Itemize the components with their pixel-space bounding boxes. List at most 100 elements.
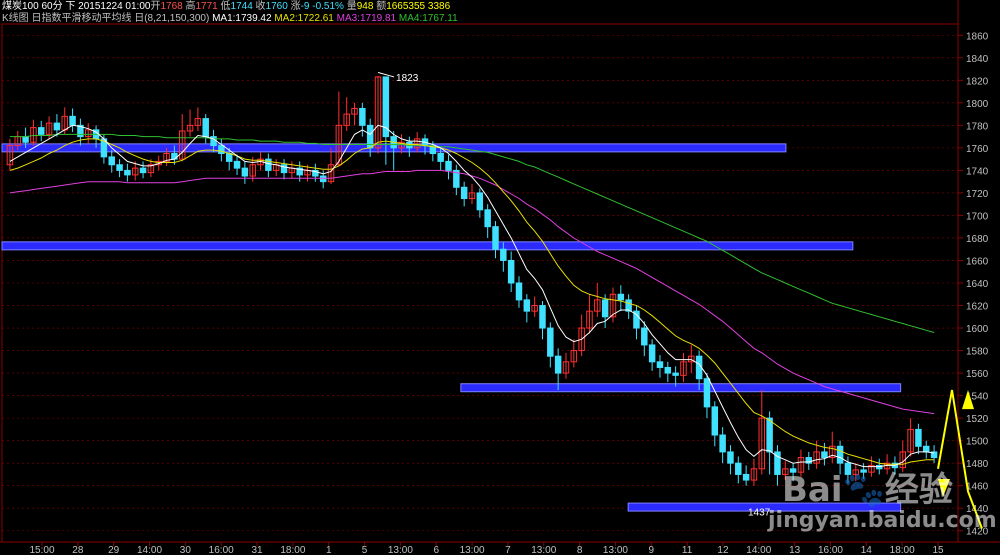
candle-body <box>601 299 609 318</box>
date-label: 20151224 01:00 <box>78 1 151 12</box>
candle-body <box>202 118 209 138</box>
high-annotation-leader <box>377 71 395 78</box>
indicator-label: K线图 日指数平滑移动平均线 日(8,21,150,300) <box>2 13 210 24</box>
candle-body <box>476 192 484 211</box>
high-annotation-label: 1823 <box>396 73 419 84</box>
candle-body <box>53 122 61 131</box>
candle-body <box>437 153 444 162</box>
x-tick-label: 13:00 <box>388 545 413 555</box>
x-tick-label: 13:00 <box>603 545 628 555</box>
candle-body <box>69 115 76 126</box>
candle-body <box>492 226 499 250</box>
candle-body <box>742 473 750 481</box>
candle-body <box>124 169 131 176</box>
candle-body <box>923 445 930 453</box>
candle-body <box>554 355 562 374</box>
high-value: 1771 <box>195 1 218 12</box>
candle-body <box>672 372 679 376</box>
ma4-line <box>9 133 935 333</box>
x-tick-label: 18:00 <box>890 545 915 555</box>
amount-label: 额 <box>376 1 387 12</box>
y-tick-label: 1560 <box>966 369 989 380</box>
ma4-label: MA4:1767.11 <box>398 13 458 24</box>
y-tick-label: 1820 <box>966 76 989 87</box>
support-band <box>460 383 902 393</box>
candle-body <box>915 428 922 447</box>
candle-body <box>241 167 249 177</box>
x-tick-label: 29 <box>108 545 120 555</box>
open-label: 开 <box>150 1 161 12</box>
change-label: 涨 <box>290 1 301 12</box>
y-tick-label: 1480 <box>966 459 989 470</box>
x-tick-label: 14:00 <box>137 545 162 555</box>
candle-body <box>319 175 327 183</box>
amount-value: 1665355 3386 <box>386 1 451 12</box>
x-tick-label: 14 <box>861 545 873 555</box>
candle-body <box>445 160 452 171</box>
candle-body <box>719 434 726 453</box>
candle-body <box>523 299 531 312</box>
candle-body <box>617 293 625 301</box>
volume-value: 948 <box>356 1 374 12</box>
candle-body <box>766 417 773 453</box>
x-tick-label: 6 <box>433 545 439 555</box>
paw-icon: 🐾 <box>842 470 885 510</box>
x-tick-label: 16:00 <box>818 545 843 555</box>
x-tick-label: 5 <box>362 545 368 555</box>
x-tick-label: 11 <box>682 545 693 555</box>
y-tick-label: 1640 <box>966 279 989 290</box>
candle-body <box>108 156 115 166</box>
candle-body <box>22 136 29 143</box>
high-label: 高 <box>185 1 196 12</box>
x-tick-label: 8 <box>577 545 583 555</box>
y-tick-label: 1740 <box>966 166 989 177</box>
y-tick-label: 1600 <box>966 324 989 335</box>
open-value: 1768 <box>160 1 183 12</box>
candle-body <box>539 305 546 329</box>
x-tick-label: 18:00 <box>280 545 305 555</box>
y-tick-label: 1520 <box>966 414 989 425</box>
change-value: -9 -0.51% <box>300 1 344 12</box>
candle-body <box>625 299 632 312</box>
y-tick-label: 1800 <box>966 99 989 110</box>
candle-body <box>703 378 711 408</box>
candle-body <box>821 451 828 459</box>
watermark-brand2: 经验 <box>884 470 953 510</box>
candle-body <box>656 361 664 368</box>
candle-body <box>359 107 366 126</box>
ma2-label: MA2:1722.61 <box>274 13 334 24</box>
x-tick-label: 30 <box>180 545 192 555</box>
candle-body <box>727 451 734 464</box>
candle-body <box>547 327 554 357</box>
header-line-2: K线图 日指数平滑移动平均线 日(8,21,150,300) MA1:1739.… <box>2 13 458 25</box>
x-tick-label: 7 <box>505 545 511 555</box>
candle-body <box>711 406 719 436</box>
y-tick-label: 1700 <box>966 211 989 222</box>
candle-body <box>233 160 241 169</box>
x-tick-label: 13 <box>789 545 801 555</box>
x-tick-label: 9 <box>648 545 654 555</box>
x-tick-label: 15:00 <box>29 545 54 555</box>
candle-body <box>735 462 742 475</box>
y-tick-label: 1840 <box>966 54 989 65</box>
candle-body <box>648 344 656 363</box>
x-tick-label: 31 <box>251 545 263 555</box>
close-label: 收 <box>255 1 266 12</box>
candle-body <box>116 164 123 171</box>
ma1-label: MA1:1739.42 <box>212 13 272 24</box>
y-tick-label: 1500 <box>966 437 989 448</box>
candle-body <box>218 145 225 154</box>
candle-body <box>507 259 515 284</box>
header-line-1: 煤炭100 60分 下 20151224 01:00开1768 高1771 低1… <box>2 1 450 13</box>
candle-body <box>484 209 491 228</box>
candle-body <box>664 366 672 374</box>
watermark-url: jingyan.baidu.com <box>768 508 997 533</box>
y-tick-label: 1860 <box>966 31 989 42</box>
ma3-line <box>9 169 935 415</box>
x-tick-label: 28 <box>72 545 84 555</box>
close-value: 1760 <box>265 1 288 12</box>
candle-body <box>225 153 233 162</box>
x-tick-label: 16:00 <box>209 545 234 555</box>
y-tick-label: 1460 <box>966 482 989 493</box>
candle-body <box>460 186 468 200</box>
